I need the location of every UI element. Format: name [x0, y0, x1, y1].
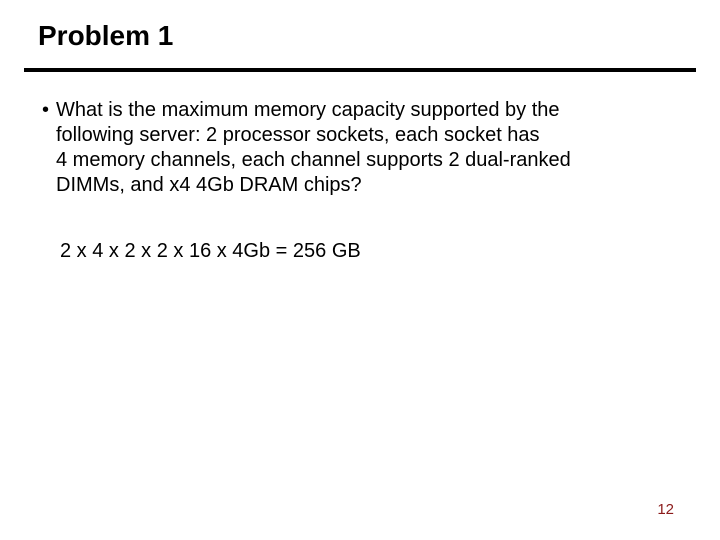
bullet-mark: •: [42, 98, 56, 198]
bullet-line-3: 4 memory channels, each channel supports…: [56, 149, 571, 171]
slide-title: Problem 1: [38, 20, 173, 52]
bullet-line-1: What is the maximum memory capacity supp…: [56, 99, 560, 121]
horizontal-rule: [24, 68, 696, 72]
bullet-line-2: following server: 2 processor sockets, e…: [56, 124, 540, 146]
bullet-item: • What is the maximum memory capacity su…: [42, 98, 682, 198]
page-number: 12: [657, 501, 674, 518]
bullet-line-4: DIMMs, and x4 4Gb DRAM chips?: [56, 174, 362, 196]
bullet-text: What is the maximum memory capacity supp…: [56, 98, 682, 198]
answer-text: 2 x 4 x 2 x 2 x 16 x 4Gb = 256 GB: [60, 240, 361, 263]
slide: Problem 1 • What is the maximum memory c…: [0, 0, 720, 540]
body-text: • What is the maximum memory capacity su…: [42, 98, 682, 198]
